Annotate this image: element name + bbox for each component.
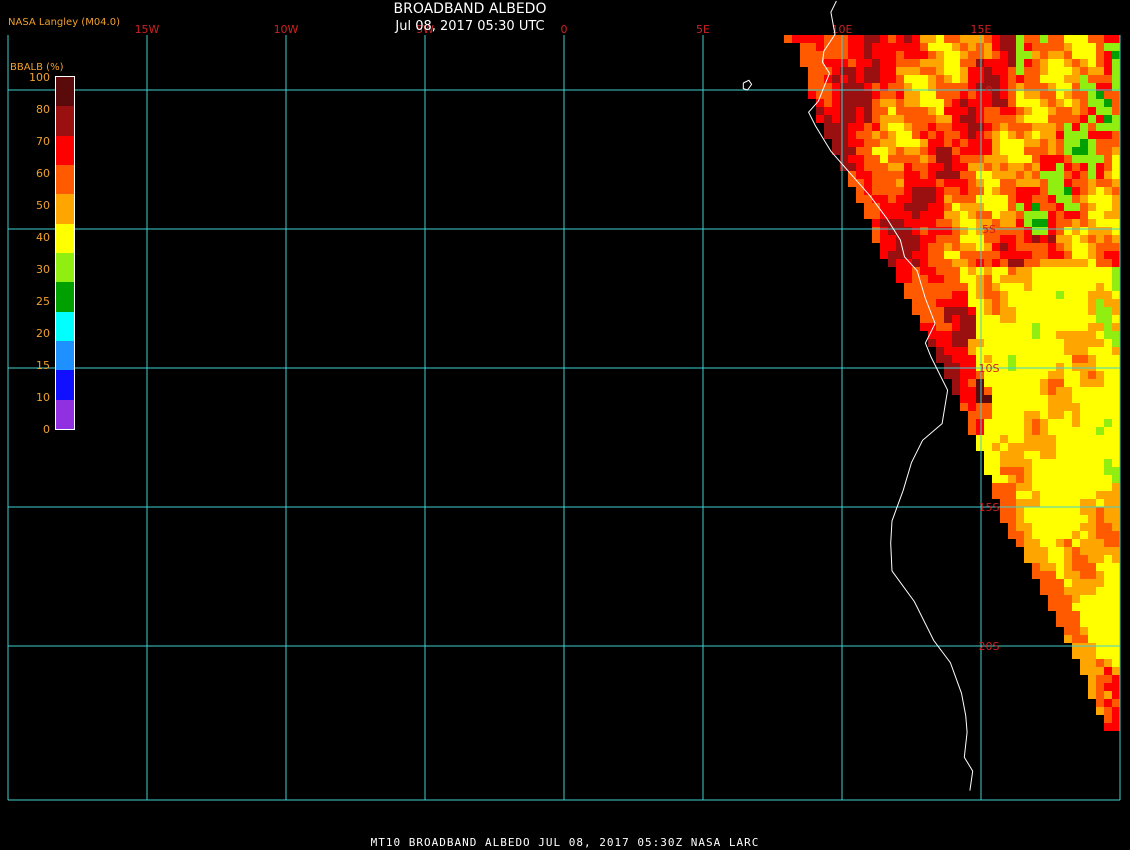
longitude-label: 15E <box>971 23 992 36</box>
latitude-label: 5S <box>982 223 996 236</box>
legend-tick-label: 80 <box>36 103 50 116</box>
longitude-label: 15W <box>135 23 160 36</box>
legend-swatch <box>56 194 74 224</box>
island-outline <box>742 79 753 91</box>
product-title: BROADBAND ALBEDO <box>393 1 547 17</box>
footer-caption: MT10 BROADBAND ALBEDO JUL 08, 2017 05:30… <box>370 836 760 849</box>
latitude-label: 10S <box>979 362 1000 375</box>
legend-tick-label: 0 <box>43 423 50 436</box>
legend-tick-label: 20 <box>36 327 50 340</box>
credit-label: NASA Langley (M04.0) <box>8 17 120 28</box>
legend-tick-label: 10 <box>36 391 50 404</box>
legend-tick-label: 40 <box>36 231 50 244</box>
legend-tick-label: 15 <box>36 359 50 372</box>
legend-tick-label: 70 <box>36 135 50 148</box>
legend-tick-label: 30 <box>36 263 50 276</box>
legend-swatch <box>56 311 74 341</box>
legend-tick-label: 60 <box>36 167 50 180</box>
timestamp-label: Jul 08, 2017 05:30 UTC <box>395 19 545 34</box>
latitude-label: 20S <box>979 640 1000 653</box>
legend-tick-label: 100 <box>29 71 50 84</box>
longitude-label: 10W <box>274 23 299 36</box>
latitude-label: 0 <box>986 84 993 97</box>
legend-swatch <box>56 399 74 429</box>
latitude-label: 15S <box>979 501 1000 514</box>
legend-swatch <box>56 223 74 253</box>
legend-swatch <box>56 106 74 136</box>
legend-swatch <box>56 164 74 195</box>
albedo-data-layer <box>784 35 1120 731</box>
legend-swatch <box>56 77 74 107</box>
legend-swatch <box>56 252 74 283</box>
legend-swatch <box>56 370 74 400</box>
legend-swatch <box>56 282 74 312</box>
color-legend <box>55 76 75 430</box>
legend-swatch <box>56 135 74 165</box>
legend-swatch <box>56 340 74 371</box>
albedo-map: 15W 10W 5W 0 5E 10E 15E05S10S15S20S <box>7 0 1121 801</box>
legend-tick-label: 25 <box>36 295 50 308</box>
legend-tick-label: 50 <box>36 199 50 212</box>
longitude-label: 5E <box>696 23 710 36</box>
